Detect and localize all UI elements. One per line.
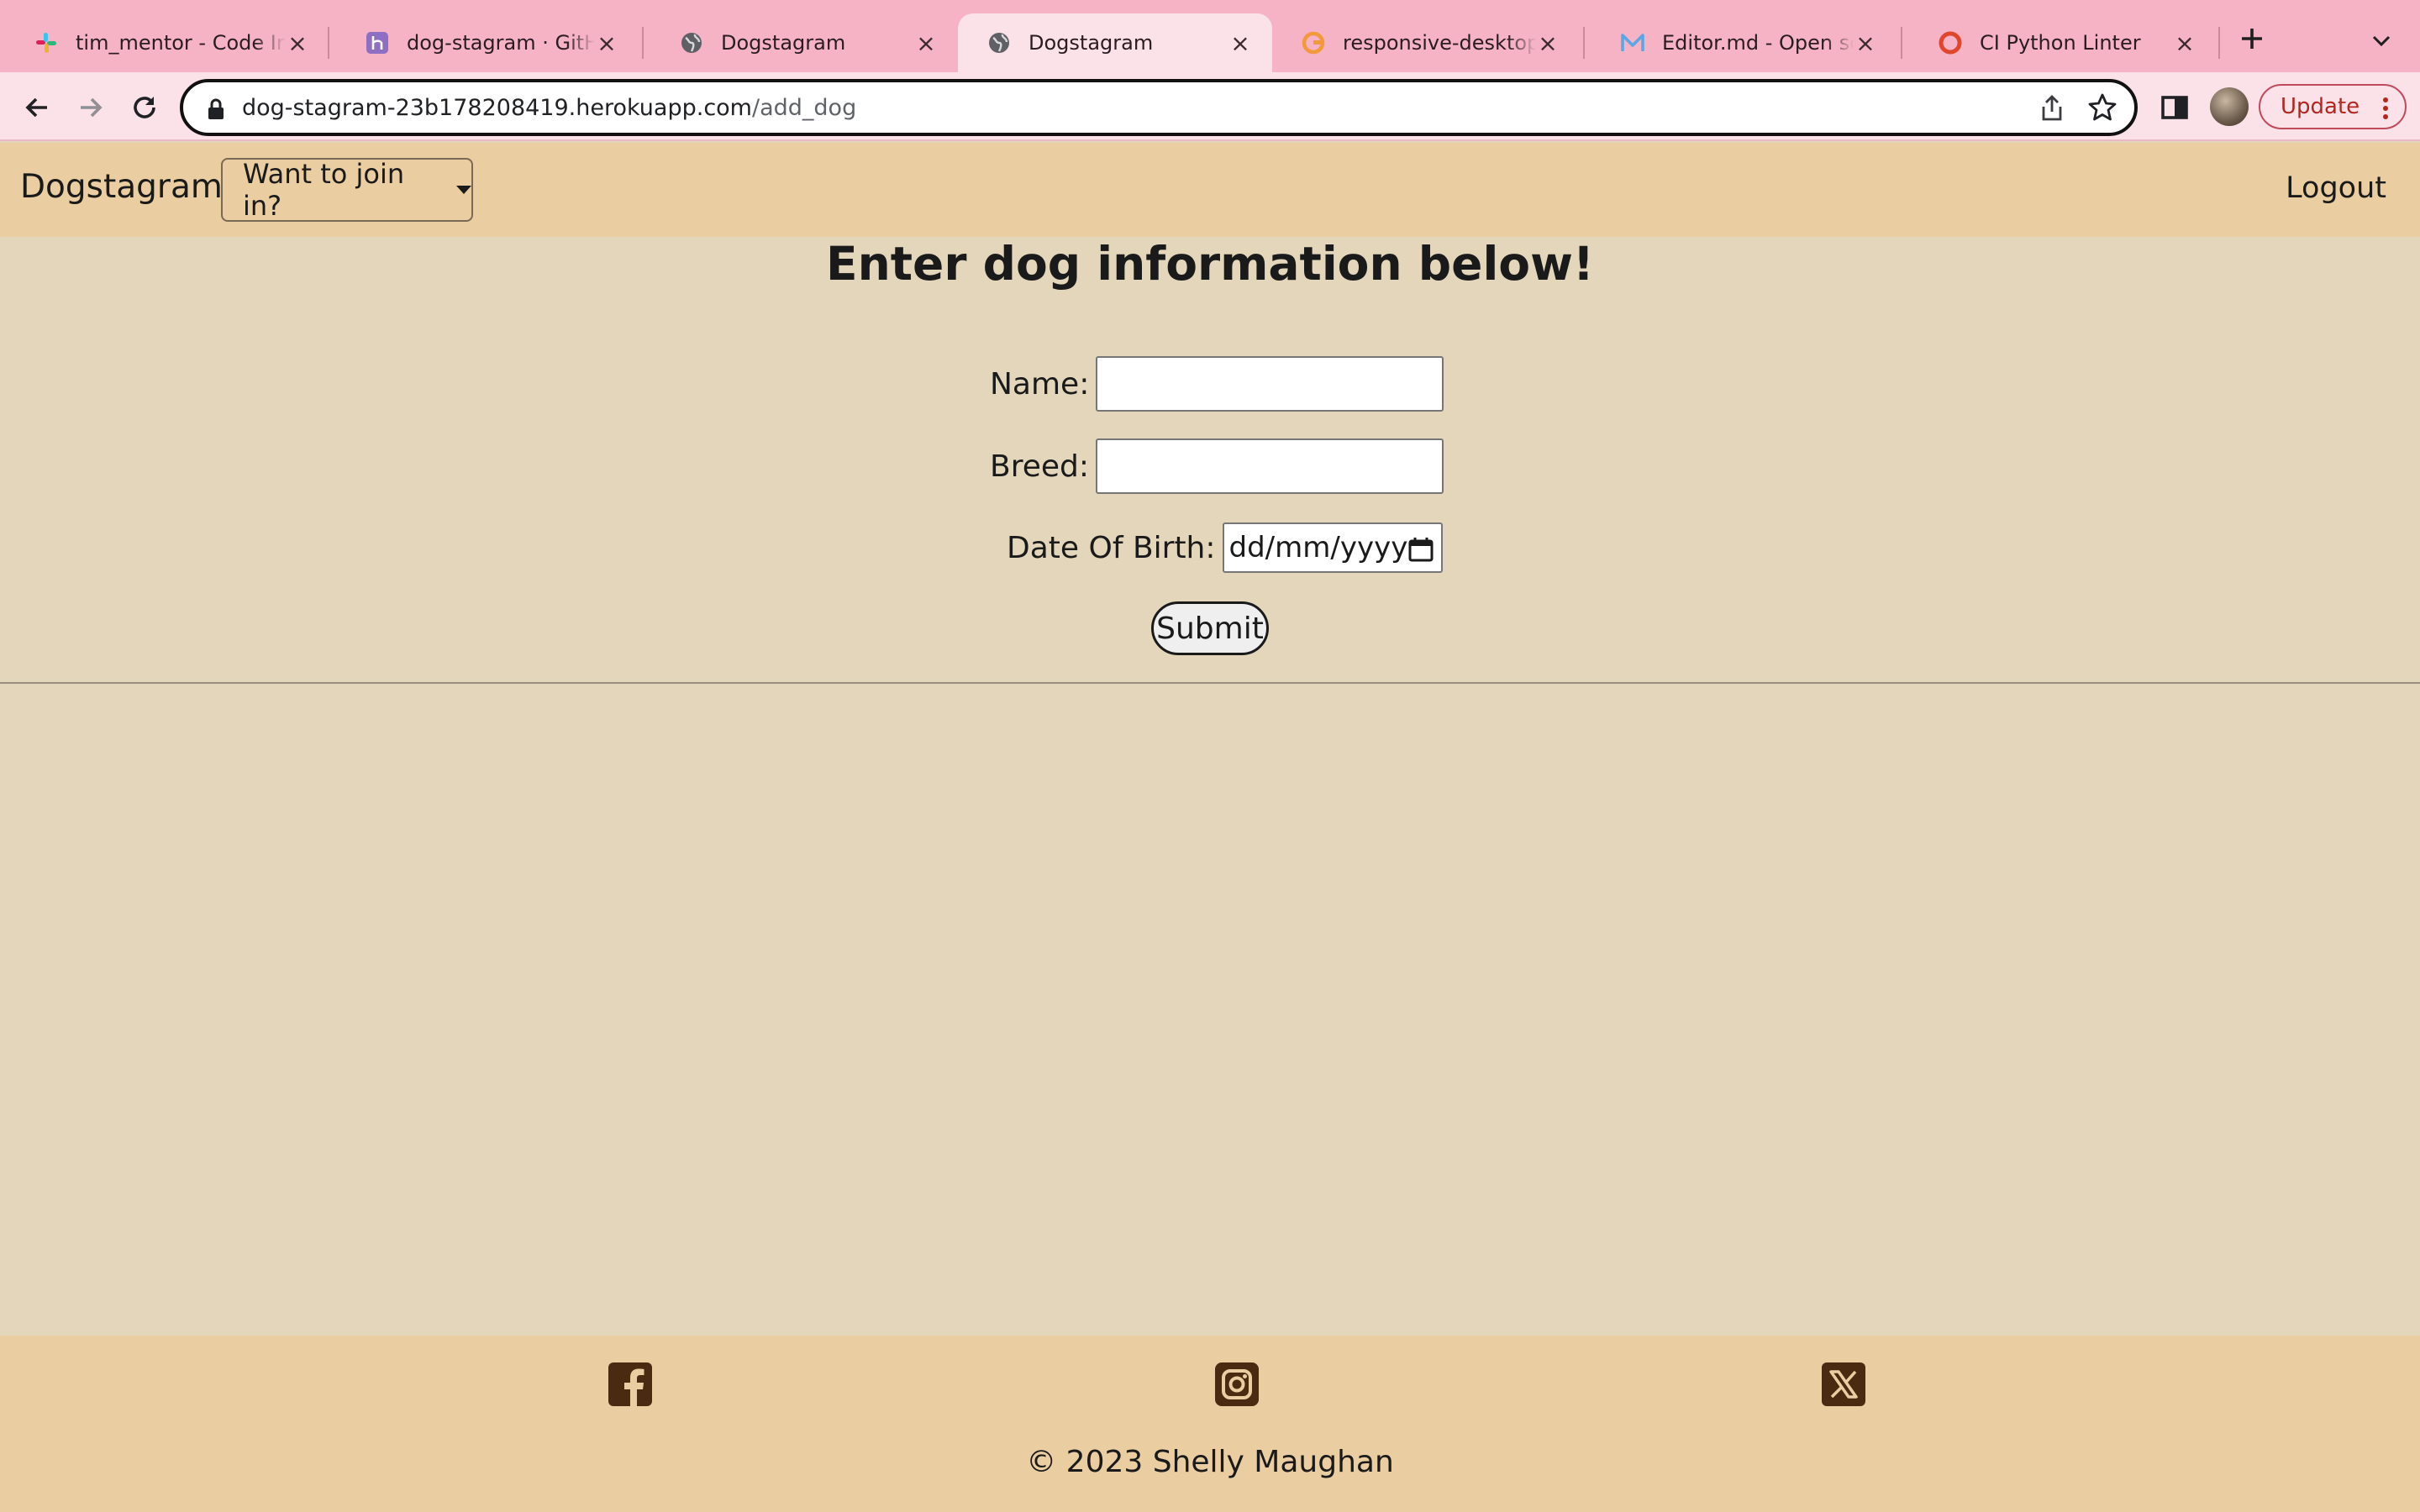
close-icon[interactable]: × [1854, 29, 1877, 57]
ci-icon [1938, 30, 1963, 55]
dob-label: Date Of Birth: [1007, 530, 1216, 565]
tab-separator [2218, 27, 2220, 59]
browser-tab-bar: tim_mentor - Code Institute × dog-stagra… [0, 0, 2420, 72]
url-host: dog-stagram-23b178208419.herokuapp.com [242, 94, 752, 121]
tab-title: dog-stagram · GitHub [407, 31, 595, 55]
close-icon[interactable]: × [1228, 29, 1252, 57]
facebook-icon[interactable] [607, 1361, 654, 1408]
dob-row: Date Of Birth: dd/mm/yyyy [1007, 522, 1443, 573]
tab-search-chevron-icon[interactable] [2366, 25, 2396, 55]
tab-title: responsive-desktop- [1343, 31, 1536, 55]
tab-title: CI Python Linter [1980, 31, 2141, 55]
tab-dog-stagram-github[interactable]: dog-stagram · GitHub × [336, 13, 639, 72]
tab-title: tim_mentor - Code Institute [76, 31, 286, 55]
instagram-icon[interactable] [1213, 1361, 1260, 1408]
close-icon[interactable]: × [914, 29, 938, 57]
tab-separator [1901, 27, 1902, 59]
share-icon[interactable] [2039, 94, 2065, 126]
globe-icon [679, 30, 704, 55]
join-dropdown-button[interactable]: Want to join in? [221, 158, 473, 222]
tab-responsive-desktop[interactable]: responsive-desktop- × [1272, 13, 1580, 72]
browser-toolbar: dog-stagram-23b178208419.herokuapp.com/a… [0, 72, 2420, 141]
page-title: Enter dog information below! [826, 237, 1594, 291]
caret-down-icon [456, 186, 471, 194]
globe-icon [986, 30, 1012, 55]
brand-link[interactable]: Dogstagram [20, 168, 223, 206]
update-button[interactable]: Update [2259, 84, 2407, 129]
breed-label: Breed: [990, 449, 1089, 484]
google-icon [1301, 30, 1326, 55]
close-icon[interactable]: × [1536, 29, 1560, 57]
divider [0, 682, 2420, 684]
tab-title: Dogstagram [721, 31, 846, 55]
tab-separator [328, 27, 329, 59]
heroku-icon [365, 30, 390, 55]
url-path: /add_dog [752, 94, 857, 121]
lock-icon[interactable] [207, 97, 225, 124]
new-tab-plus-icon[interactable] [2235, 22, 2269, 55]
tab-title: Dogstagram [1028, 31, 1154, 55]
dropdown-label: Want to join in? [243, 158, 405, 222]
tab-title: Editor.md - Open source [1662, 31, 1854, 55]
name-row: Name: [990, 356, 1444, 412]
calendar-icon[interactable] [1407, 536, 1434, 570]
reload-icon[interactable] [124, 87, 165, 128]
site-navbar: Dogstagram Want to join in? Logout [0, 143, 2420, 237]
close-icon[interactable]: × [595, 29, 618, 57]
kebab-menu-icon[interactable] [2381, 96, 2390, 127]
bookmark-star-icon[interactable] [2087, 92, 2118, 126]
tab-tim-mentor[interactable]: tim_mentor - Code Institute × [5, 13, 329, 72]
logout-link[interactable]: Logout [2286, 171, 2386, 205]
tab-separator [642, 27, 644, 59]
x-twitter-icon[interactable] [1820, 1361, 1867, 1408]
editor-md-icon [1620, 30, 1645, 55]
breed-input[interactable] [1095, 438, 1444, 494]
close-icon[interactable]: × [2173, 29, 2196, 57]
slack-icon [34, 30, 59, 55]
site-footer: © 2023 Shelly Maughan [0, 1336, 2420, 1512]
name-label: Name: [990, 366, 1090, 402]
tab-separator [1583, 27, 1585, 59]
submit-button[interactable]: Submit [1151, 601, 1269, 655]
name-input[interactable] [1096, 356, 1444, 412]
forward-arrow-icon[interactable] [71, 87, 111, 128]
tab-dogstagram-active[interactable]: Dogstagram × [958, 13, 1272, 72]
tab-editor-md[interactable]: Editor.md - Open source × [1591, 13, 1897, 72]
close-icon[interactable]: × [286, 29, 309, 57]
copyright-text: © 2023 Shelly Maughan [1026, 1445, 1394, 1479]
dob-date-input[interactable]: dd/mm/yyyy [1222, 522, 1443, 573]
tab-dogstagram-1[interactable]: Dogstagram × [650, 13, 958, 72]
tab-ci-python-linter[interactable]: CI Python Linter × [1909, 13, 2217, 72]
breed-row: Breed: [990, 438, 1444, 494]
address-bar[interactable]: dog-stagram-23b178208419.herokuapp.com/a… [180, 79, 2138, 136]
url-text: dog-stagram-23b178208419.herokuapp.com/a… [242, 95, 856, 121]
side-panel-icon[interactable] [2158, 91, 2191, 124]
back-arrow-icon[interactable] [17, 87, 57, 128]
dob-placeholder: dd/mm/yyyy [1228, 531, 1408, 564]
profile-avatar[interactable] [2210, 87, 2249, 126]
update-label: Update [2281, 94, 2360, 119]
